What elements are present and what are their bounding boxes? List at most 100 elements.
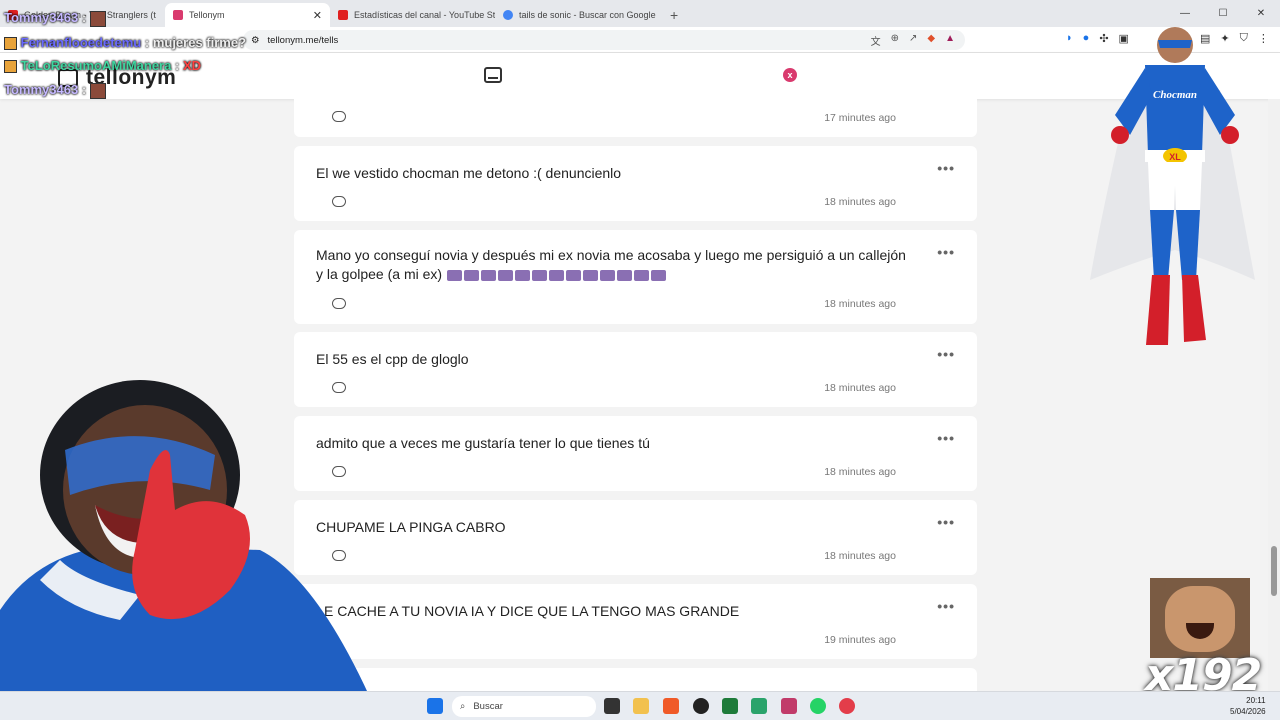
webcam-streamer <box>0 380 380 720</box>
hero-belt-text: XL <box>1169 152 1181 162</box>
task-view-icon[interactable] <box>604 698 620 714</box>
tab-youtube-studio[interactable]: Estadísticas del canal - YouTube Studi <box>330 3 495 27</box>
chat-emote-text: XD <box>182 58 202 73</box>
sticker-emoji <box>531 269 547 281</box>
obs-icon[interactable] <box>693 698 709 714</box>
chat-message: : <box>81 10 87 25</box>
more-options-icon[interactable]: ••• <box>937 160 955 176</box>
zoom-icon[interactable]: ⊕ <box>891 33 899 48</box>
translate-icon[interactable]: 文 <box>871 33 881 48</box>
sticker-emoji <box>446 269 462 281</box>
new-tab-button[interactable]: + <box>660 3 688 27</box>
more-options-icon[interactable]: ••• <box>937 244 955 260</box>
tell-text: El we vestido chocman me detono :( denun… <box>316 165 622 181</box>
app-icon[interactable] <box>781 698 797 714</box>
opera-icon[interactable] <box>839 698 855 714</box>
chat-user: TeLoResumoAMiManera <box>20 58 172 73</box>
sticker-emoji <box>497 269 513 281</box>
system-clock[interactable]: 20:11 5/04/2026 <box>1230 695 1266 717</box>
sticker-emoji <box>565 269 581 281</box>
search-placeholder: Buscar <box>473 701 503 712</box>
brave-rewards-icon[interactable]: ▲ <box>945 33 955 48</box>
sticker-emoji <box>582 269 598 281</box>
brave-shield-icon[interactable]: ◆ <box>927 33 935 48</box>
reply-bubble-icon[interactable] <box>332 111 346 122</box>
tab-label: Estadísticas del canal - YouTube Studi <box>354 10 495 20</box>
chat-message: : <box>174 58 180 73</box>
tell-text: Mano yo conseguí novia y después mi ex n… <box>316 246 916 284</box>
sticker-emoji <box>616 269 632 281</box>
tell-card <box>294 668 977 691</box>
reply-bubble-icon[interactable] <box>332 298 346 309</box>
laughing-face <box>1165 586 1235 652</box>
close-badge[interactable]: x <box>783 68 797 82</box>
more-options-icon[interactable]: ••• <box>937 430 955 446</box>
page-scrollbar[interactable] <box>1268 99 1280 691</box>
tell-time: 18 minutes ago <box>824 466 896 478</box>
file-explorer-icon[interactable] <box>633 698 649 714</box>
tell-time: 18 minutes ago <box>824 382 896 394</box>
share-icon[interactable]: ↗ <box>909 33 917 48</box>
tab-google[interactable]: tails de sonic - Buscar con Google <box>495 3 660 27</box>
emote-icon <box>89 82 106 99</box>
tab-label: Tellonym <box>189 10 225 20</box>
more-options-icon[interactable]: ••• <box>937 514 955 530</box>
chat-message: : mujeres firme? <box>144 35 247 50</box>
extension-icon[interactable]: ● <box>1083 32 1090 45</box>
start-icon[interactable] <box>427 698 443 714</box>
tell-card: CHUPAME LA PINGA CABRO ••• 18 minutes ag… <box>294 500 977 575</box>
meme-reaction-image <box>1150 578 1250 658</box>
scrollbar-thumb[interactable] <box>1271 546 1277 596</box>
url-text[interactable]: tellonym.me/tells <box>268 35 339 46</box>
sticker-emoji <box>480 269 496 281</box>
tell-text: E CACHE A TU NOVIA IA Y DICE QUE LA TENG… <box>324 603 740 619</box>
more-options-icon[interactable]: ••• <box>937 598 955 614</box>
emote-icon <box>89 10 106 27</box>
sticker-emoji <box>463 269 479 281</box>
omnibox[interactable]: ⚙ tellonym.me/tells 文 ⊕ ↗ ◆ ▲ <box>243 30 965 50</box>
sticker-emoji <box>650 269 666 281</box>
audio-icon[interactable]: ◗ <box>1066 32 1073 45</box>
brave-browser-icon[interactable] <box>663 698 679 714</box>
inbox-icon[interactable] <box>484 67 502 83</box>
chat-line: Tommy3463 : <box>4 10 106 27</box>
tell-card: E CACHE A TU NOVIA IA Y DICE QUE LA TENG… <box>294 584 977 659</box>
tell-card: admito que a veces me gustaría tener lo … <box>294 416 977 491</box>
notepad-icon[interactable] <box>751 698 767 714</box>
tell-time: 18 minutes ago <box>824 550 896 562</box>
chat-user: Tommy3463 <box>4 10 79 25</box>
tell-time: 18 minutes ago <box>824 196 896 208</box>
tell-text: admito que a veces me gustaría tener lo … <box>316 435 650 451</box>
tell-card: Mano yo conseguí novia y después mi ex n… <box>294 230 977 324</box>
chat-user: Fernanflooedetemu <box>20 35 142 50</box>
chat-line: Tommy3463 : <box>4 82 106 99</box>
sticker-emoji <box>633 269 649 281</box>
omnibox-actions: 文 ⊕ ↗ ◆ ▲ <box>871 33 955 48</box>
sticker-emoji <box>599 269 615 281</box>
sticker-emoji <box>548 269 564 281</box>
close-tab-icon[interactable]: ✕ <box>313 9 322 22</box>
tell-card: El 55 es el cpp de gloglo ••• 18 minutes… <box>294 332 977 407</box>
hero-chest-text: Chocman <box>1153 89 1197 101</box>
tell-text: CHUPAME LA PINGA CABRO <box>316 519 506 535</box>
tellonym-icon <box>173 10 183 20</box>
clock-time: 20:11 <box>1246 696 1266 705</box>
whatsapp-icon[interactable] <box>810 698 826 714</box>
tab-tellonym[interactable]: Tellonym ✕ <box>165 3 330 27</box>
tell-card: El we vestido chocman me detono :( denun… <box>294 146 977 221</box>
tell-time: 17 minutes ago <box>824 112 896 124</box>
tells-feed: 17 minutes ago El we vestido chocman me … <box>294 99 977 691</box>
more-options-icon[interactable]: ••• <box>937 346 955 362</box>
terminal-icon[interactable] <box>722 698 738 714</box>
tell-text: El 55 es el cpp de gloglo <box>316 351 469 367</box>
chat-line: TeLoResumoAMiManera : XD <box>4 58 202 74</box>
sticker-emoji <box>514 269 530 281</box>
reply-bubble-icon[interactable] <box>332 196 346 207</box>
clock-date: 5/04/2026 <box>1230 707 1266 716</box>
google-icon <box>503 10 513 20</box>
taskbar-search[interactable]: ⌕ Buscar <box>452 696 596 717</box>
tell-time: 18 minutes ago <box>824 298 896 310</box>
site-info-icon[interactable]: ⚙ <box>251 35 260 46</box>
chat-line: Fernanflooedetemu : mujeres firme? <box>4 35 247 51</box>
tab-strip: Golden Brown - The Stranglers (t Tellony… <box>0 0 1280 27</box>
